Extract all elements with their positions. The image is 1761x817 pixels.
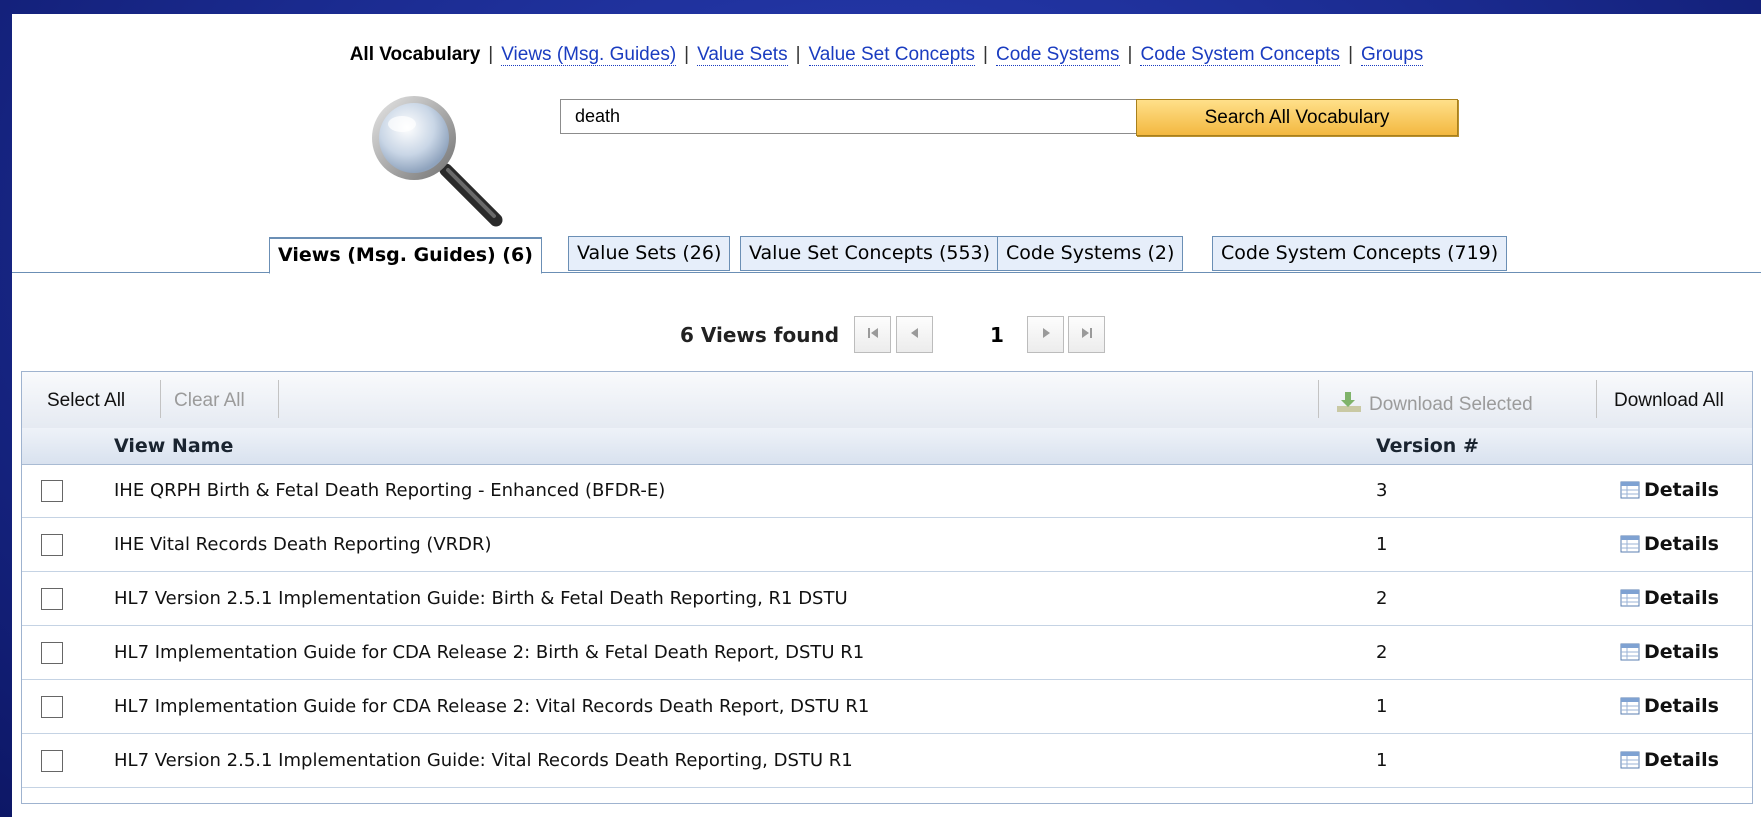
view-name-cell: HL7 Implementation Guide for CDA Release… bbox=[114, 642, 865, 663]
next-page-icon bbox=[1042, 328, 1050, 338]
details-icon bbox=[1620, 751, 1640, 769]
nav-separator: | bbox=[1348, 44, 1353, 65]
first-page-icon bbox=[867, 328, 878, 338]
view-name-cell: HL7 Implementation Guide for CDA Release… bbox=[114, 696, 870, 717]
last-page-icon bbox=[1081, 328, 1092, 338]
clear-all-button[interactable]: Clear All bbox=[174, 390, 245, 412]
details-label: Details bbox=[1644, 479, 1719, 501]
details-label: Details bbox=[1644, 749, 1719, 771]
row-checkbox[interactable] bbox=[41, 588, 63, 610]
select-all-button[interactable]: Select All bbox=[47, 390, 125, 412]
search-input[interactable] bbox=[560, 99, 1136, 134]
pager: 6 Views found 1 bbox=[12, 316, 1761, 356]
table-row: HL7 Implementation Guide for CDA Release… bbox=[22, 680, 1752, 734]
nav-separator: | bbox=[1127, 44, 1133, 65]
details-label: Details bbox=[1644, 695, 1719, 717]
tab-views[interactable]: Views (Msg. Guides) (6) bbox=[269, 237, 542, 274]
previous-page-button[interactable] bbox=[896, 316, 933, 353]
version-cell: 1 bbox=[1376, 696, 1388, 717]
nav-link-code-system-concepts[interactable]: Code System Concepts bbox=[1140, 44, 1341, 66]
toolbar-divider bbox=[278, 380, 279, 418]
vocabulary-nav: All Vocabulary | Views (Msg. Guides) | Value… bbox=[12, 44, 1761, 66]
details-icon bbox=[1620, 697, 1640, 715]
nav-separator: | bbox=[795, 44, 801, 65]
table-row: HL7 Implementation Guide for CDA Release… bbox=[22, 626, 1752, 680]
toolbar-divider bbox=[1596, 380, 1597, 418]
tab-value-sets[interactable]: Value Sets (26) bbox=[568, 236, 731, 271]
details-link[interactable]: Details bbox=[1620, 641, 1719, 663]
nav-all-vocabulary: All Vocabulary bbox=[349, 44, 481, 65]
table-row: IHE QRPH Birth & Fetal Death Reporting -… bbox=[22, 464, 1752, 518]
details-link[interactable]: Details bbox=[1620, 749, 1719, 771]
nav-separator: | bbox=[684, 44, 690, 65]
magnifier-icon bbox=[372, 96, 503, 227]
view-name-cell: IHE QRPH Birth & Fetal Death Reporting -… bbox=[114, 480, 666, 501]
column-header-version[interactable]: Version # bbox=[1376, 435, 1479, 457]
details-icon bbox=[1620, 481, 1640, 499]
version-cell: 2 bbox=[1376, 642, 1388, 663]
details-icon bbox=[1620, 643, 1640, 661]
page-number: 1 bbox=[990, 323, 1004, 347]
version-cell: 1 bbox=[1376, 534, 1388, 555]
table-row: HL7 Version 2.5.1 Implementation Guide: … bbox=[22, 734, 1752, 788]
row-checkbox[interactable] bbox=[41, 534, 63, 556]
row-checkbox[interactable] bbox=[41, 750, 63, 772]
previous-page-icon bbox=[910, 328, 918, 338]
download-selected-button[interactable]: Download Selected bbox=[1335, 390, 1533, 416]
view-name-cell: HL7 Version 2.5.1 Implementation Guide: … bbox=[114, 750, 853, 771]
search-all-vocabulary-button[interactable]: Search All Vocabulary bbox=[1136, 99, 1458, 136]
row-checkbox[interactable] bbox=[41, 642, 63, 664]
details-link[interactable]: Details bbox=[1620, 587, 1719, 609]
details-link[interactable]: Details bbox=[1620, 479, 1719, 501]
nav-link-views[interactable]: Views (Msg. Guides) bbox=[501, 44, 677, 66]
first-page-button[interactable] bbox=[854, 316, 891, 353]
version-cell: 2 bbox=[1376, 588, 1388, 609]
view-name-cell: IHE Vital Records Death Reporting (VRDR) bbox=[114, 534, 492, 555]
tab-code-systems[interactable]: Code Systems (2) bbox=[997, 236, 1184, 271]
details-label: Details bbox=[1644, 587, 1719, 609]
nav-link-value-set-concepts[interactable]: Value Set Concepts bbox=[808, 44, 976, 66]
nav-link-code-systems[interactable]: Code Systems bbox=[995, 44, 1120, 66]
nav-link-groups[interactable]: Groups bbox=[1361, 44, 1424, 66]
grid-header: View Name Version # bbox=[22, 428, 1752, 465]
row-checkbox[interactable] bbox=[41, 696, 63, 718]
nav-separator: | bbox=[488, 44, 494, 65]
views-grid: Select All Clear All Download Selected D… bbox=[21, 371, 1753, 804]
download-all-button[interactable]: Download All bbox=[1614, 390, 1724, 412]
toolbar-divider bbox=[1318, 380, 1319, 418]
download-icon bbox=[1337, 392, 1361, 412]
table-row: HL7 Version 2.5.1 Implementation Guide: … bbox=[22, 572, 1752, 626]
tab-value-set-concepts[interactable]: Value Set Concepts (553) bbox=[740, 236, 1000, 271]
nav-link-value-sets[interactable]: Value Sets bbox=[697, 44, 788, 66]
main-panel: All Vocabulary | Views (Msg. Guides) | Value… bbox=[12, 14, 1761, 817]
table-row: IHE Vital Records Death Reporting (VRDR)… bbox=[22, 518, 1752, 572]
row-checkbox[interactable] bbox=[41, 480, 63, 502]
download-selected-label: Download Selected bbox=[1369, 394, 1533, 415]
nav-separator: | bbox=[983, 44, 988, 65]
next-page-button[interactable] bbox=[1027, 316, 1064, 353]
version-cell: 1 bbox=[1376, 750, 1388, 771]
tab-code-system-concepts[interactable]: Code System Concepts (719) bbox=[1212, 236, 1508, 271]
details-link[interactable]: Details bbox=[1620, 533, 1719, 555]
details-link[interactable]: Details bbox=[1620, 695, 1719, 717]
details-icon bbox=[1620, 589, 1640, 607]
grid-toolbar: Select All Clear All Download Selected D… bbox=[22, 372, 1752, 429]
column-header-view-name[interactable]: View Name bbox=[114, 435, 233, 457]
results-count: 6 Views found bbox=[680, 323, 840, 347]
view-name-cell: HL7 Version 2.5.1 Implementation Guide: … bbox=[114, 588, 848, 609]
toolbar-divider bbox=[160, 380, 161, 418]
version-cell: 3 bbox=[1376, 480, 1388, 501]
details-label: Details bbox=[1644, 641, 1719, 663]
last-page-button[interactable] bbox=[1068, 316, 1105, 353]
details-icon bbox=[1620, 535, 1640, 553]
details-label: Details bbox=[1644, 533, 1719, 555]
